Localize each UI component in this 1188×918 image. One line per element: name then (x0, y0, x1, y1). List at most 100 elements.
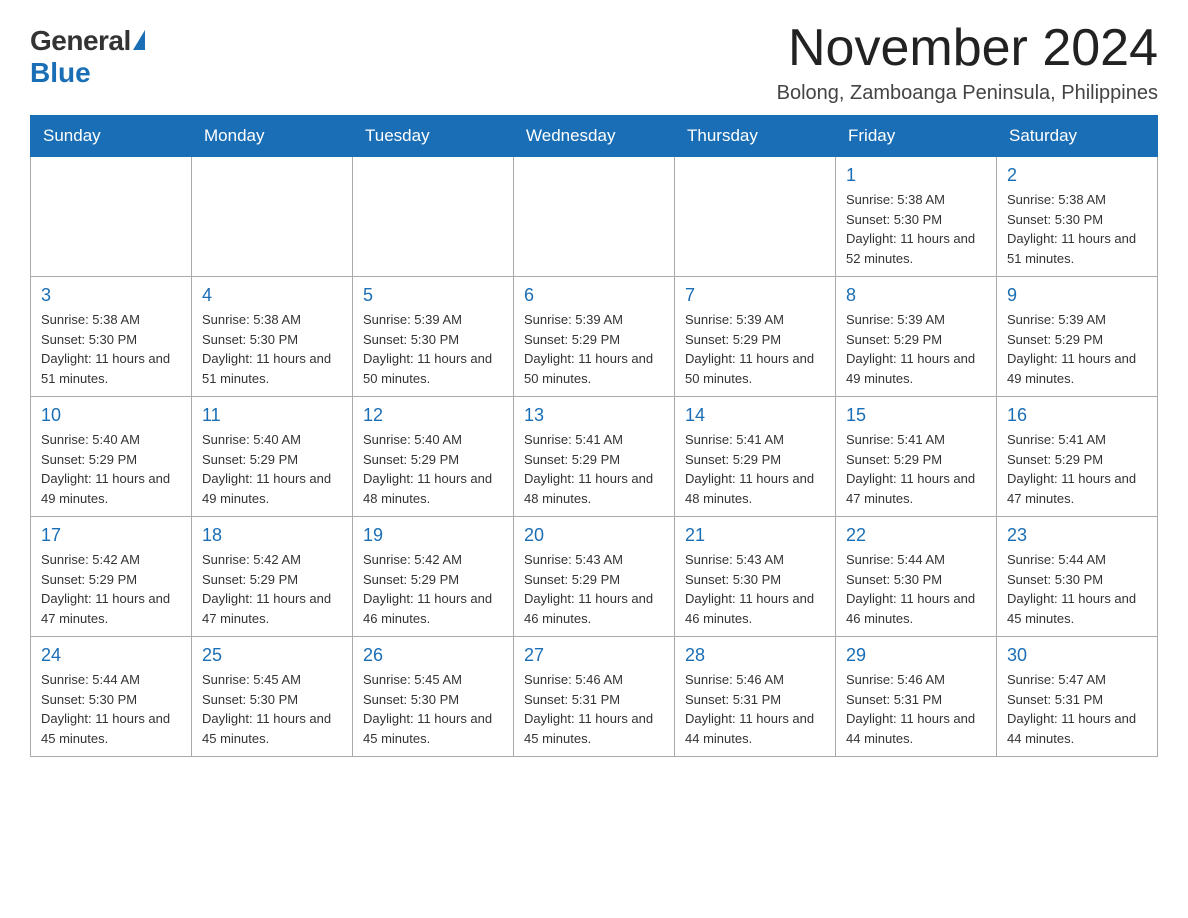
day-info: Sunrise: 5:46 AMSunset: 5:31 PMDaylight:… (846, 670, 986, 748)
day-info: Sunrise: 5:38 AMSunset: 5:30 PMDaylight:… (1007, 190, 1147, 268)
day-info: Sunrise: 5:44 AMSunset: 5:30 PMDaylight:… (846, 550, 986, 628)
logo-blue-text: Blue (30, 57, 91, 89)
location-title: Bolong, Zamboanga Peninsula, Philippines (777, 82, 1158, 105)
day-number: 30 (1007, 645, 1147, 666)
calendar-cell: 11 Sunrise: 5:40 AMSunset: 5:29 PMDayligh… (192, 397, 353, 517)
calendar-cell: 16Sunrise: 5:41 AMSunset: 5:29 PMDayligh… (997, 397, 1158, 517)
day-number: 20 (524, 525, 664, 546)
calendar-cell: 28 Sunrise: 5:46 AMSunset: 5:31 PMDayligh… (675, 637, 836, 757)
day-info: Sunrise: 5:39 AMSunset: 5:29 PMDaylight:… (685, 310, 825, 388)
day-number: 13 (524, 405, 664, 426)
day-number: 12 (363, 405, 503, 426)
day-info: Sunrise: 5:39 AMSunset: 5:29 PMDaylight:… (1007, 310, 1147, 388)
calendar-cell (675, 157, 836, 277)
day-info: Sunrise: 5:39 AMSunset: 5:30 PMDaylight:… (363, 310, 503, 388)
day-number: 10 (41, 405, 181, 426)
calendar-cell: 17 Sunrise: 5:42 AMSunset: 5:29 PMDayligh… (31, 517, 192, 637)
header-wednesday: Wednesday (514, 116, 675, 157)
calendar-header-row: Sunday Monday Tuesday Wednesday Thursday… (31, 116, 1158, 157)
day-info: Sunrise: 5:43 AMSunset: 5:29 PMDaylight:… (524, 550, 664, 628)
calendar-cell (514, 157, 675, 277)
day-info: Sunrise: 5:41 AMSunset: 5:29 PMDaylight:… (524, 430, 664, 508)
day-number: 2 (1007, 165, 1147, 186)
calendar-cell: 26 Sunrise: 5:45 AMSunset: 5:30 PMDayligh… (353, 637, 514, 757)
week-row-3: 10 Sunrise: 5:40 AMSunset: 5:29 PMDayligh… (31, 397, 1158, 517)
month-title: November 2024 (777, 20, 1158, 77)
day-number: 4 (202, 285, 342, 306)
day-number: 26 (363, 645, 503, 666)
logo-triangle-icon (133, 30, 145, 50)
calendar-cell: 15Sunrise: 5:41 AMSunset: 5:29 PMDayligh… (836, 397, 997, 517)
day-number: 1 (846, 165, 986, 186)
calendar-cell: 14 Sunrise: 5:41 AMSunset: 5:29 PMDayligh… (675, 397, 836, 517)
day-info: Sunrise: 5:41 AMSunset: 5:29 PMDaylight:… (685, 430, 825, 508)
calendar-cell: 21Sunrise: 5:43 AMSunset: 5:30 PMDayligh… (675, 517, 836, 637)
calendar-cell: 3 Sunrise: 5:38 AMSunset: 5:30 PMDaylight… (31, 277, 192, 397)
day-number: 8 (846, 285, 986, 306)
header-sunday: Sunday (31, 116, 192, 157)
calendar-cell: 13 Sunrise: 5:41 AMSunset: 5:29 PMDayligh… (514, 397, 675, 517)
calendar-cell: 23Sunrise: 5:44 AMSunset: 5:30 PMDayligh… (997, 517, 1158, 637)
header-thursday: Thursday (675, 116, 836, 157)
calendar-cell: 9 Sunrise: 5:39 AMSunset: 5:29 PMDaylight… (997, 277, 1158, 397)
day-info: Sunrise: 5:42 AMSunset: 5:29 PMDaylight:… (202, 550, 342, 628)
day-info: Sunrise: 5:38 AMSunset: 5:30 PMDaylight:… (846, 190, 986, 268)
day-number: 19 (363, 525, 503, 546)
day-number: 25 (202, 645, 342, 666)
calendar-cell: 22 Sunrise: 5:44 AMSunset: 5:30 PMDayligh… (836, 517, 997, 637)
calendar-cell: 5 Sunrise: 5:39 AMSunset: 5:30 PMDaylight… (353, 277, 514, 397)
day-info: Sunrise: 5:39 AMSunset: 5:29 PMDaylight:… (524, 310, 664, 388)
day-number: 9 (1007, 285, 1147, 306)
week-row-2: 3 Sunrise: 5:38 AMSunset: 5:30 PMDaylight… (31, 277, 1158, 397)
header: General Blue November 2024 Bolong, Zambo… (30, 20, 1158, 105)
calendar-cell: 7 Sunrise: 5:39 AMSunset: 5:29 PMDaylight… (675, 277, 836, 397)
day-number: 29 (846, 645, 986, 666)
logo: General Blue (30, 20, 145, 89)
calendar-cell: 4Sunrise: 5:38 AMSunset: 5:30 PMDaylight… (192, 277, 353, 397)
day-number: 6 (524, 285, 664, 306)
day-number: 11 (202, 405, 342, 426)
day-info: Sunrise: 5:38 AMSunset: 5:30 PMDaylight:… (41, 310, 181, 388)
calendar-cell: 30 Sunrise: 5:47 AMSunset: 5:31 PMDayligh… (997, 637, 1158, 757)
calendar-cell (353, 157, 514, 277)
header-monday: Monday (192, 116, 353, 157)
day-number: 18 (202, 525, 342, 546)
calendar-cell: 20 Sunrise: 5:43 AMSunset: 5:29 PMDayligh… (514, 517, 675, 637)
day-info: Sunrise: 5:44 AMSunset: 5:30 PMDaylight:… (41, 670, 181, 748)
calendar-cell: 27 Sunrise: 5:46 AMSunset: 5:31 PMDayligh… (514, 637, 675, 757)
week-row-5: 24 Sunrise: 5:44 AMSunset: 5:30 PMDayligh… (31, 637, 1158, 757)
day-info: Sunrise: 5:42 AMSunset: 5:29 PMDaylight:… (41, 550, 181, 628)
day-number: 14 (685, 405, 825, 426)
header-friday: Friday (836, 116, 997, 157)
calendar-cell: 25Sunrise: 5:45 AMSunset: 5:30 PMDayligh… (192, 637, 353, 757)
calendar-cell: 18 Sunrise: 5:42 AMSunset: 5:29 PMDayligh… (192, 517, 353, 637)
day-info: Sunrise: 5:46 AMSunset: 5:31 PMDaylight:… (685, 670, 825, 748)
calendar-cell: 19Sunrise: 5:42 AMSunset: 5:29 PMDayligh… (353, 517, 514, 637)
calendar-cell: 29 Sunrise: 5:46 AMSunset: 5:31 PMDayligh… (836, 637, 997, 757)
title-area: November 2024 Bolong, Zamboanga Peninsul… (777, 20, 1158, 105)
day-info: Sunrise: 5:40 AMSunset: 5:29 PMDaylight:… (41, 430, 181, 508)
day-number: 5 (363, 285, 503, 306)
day-info: Sunrise: 5:40 AMSunset: 5:29 PMDaylight:… (202, 430, 342, 508)
day-number: 27 (524, 645, 664, 666)
day-info: Sunrise: 5:46 AMSunset: 5:31 PMDaylight:… (524, 670, 664, 748)
day-number: 28 (685, 645, 825, 666)
day-info: Sunrise: 5:47 AMSunset: 5:31 PMDaylight:… (1007, 670, 1147, 748)
day-info: Sunrise: 5:39 AMSunset: 5:29 PMDaylight:… (846, 310, 986, 388)
logo-general-text: General (30, 25, 131, 57)
day-number: 15 (846, 405, 986, 426)
header-tuesday: Tuesday (353, 116, 514, 157)
day-number: 24 (41, 645, 181, 666)
day-number: 17 (41, 525, 181, 546)
calendar-cell: 12 Sunrise: 5:40 AMSunset: 5:29 PMDayligh… (353, 397, 514, 517)
calendar-cell: 8 Sunrise: 5:39 AMSunset: 5:29 PMDaylight… (836, 277, 997, 397)
day-number: 7 (685, 285, 825, 306)
day-info: Sunrise: 5:41 AMSunset: 5:29 PMDaylight:… (1007, 430, 1147, 508)
day-number: 22 (846, 525, 986, 546)
day-number: 3 (41, 285, 181, 306)
week-row-1: 1 Sunrise: 5:38 AMSunset: 5:30 PMDaylight… (31, 157, 1158, 277)
calendar-cell (31, 157, 192, 277)
day-number: 23 (1007, 525, 1147, 546)
day-info: Sunrise: 5:40 AMSunset: 5:29 PMDaylight:… (363, 430, 503, 508)
day-info: Sunrise: 5:45 AMSunset: 5:30 PMDaylight:… (363, 670, 503, 748)
